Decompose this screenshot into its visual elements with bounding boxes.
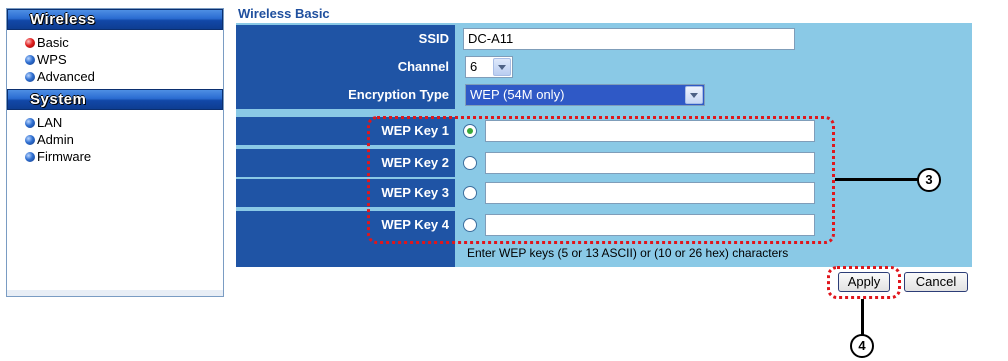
apply-highlight bbox=[827, 266, 901, 299]
channel-select[interactable]: 6 bbox=[465, 56, 513, 78]
chevron-down-icon bbox=[493, 58, 511, 76]
system-nav-list: LAN Admin Firmware bbox=[7, 114, 223, 165]
cancel-button[interactable]: Cancel bbox=[904, 272, 968, 292]
active-bullet-icon bbox=[25, 38, 35, 48]
sidebar-item-basic[interactable]: Basic bbox=[7, 34, 223, 51]
encryption-row: Encryption Type WEP (54M only) bbox=[236, 81, 972, 109]
sidebar-item-label: Admin bbox=[37, 132, 74, 147]
bullet-icon bbox=[25, 118, 35, 128]
callout-leader-line bbox=[835, 178, 919, 181]
callout-3: 3 bbox=[917, 168, 941, 192]
ssid-row: SSID DC-A11 bbox=[236, 25, 972, 53]
sidebar-item-admin[interactable]: Admin bbox=[7, 131, 223, 148]
channel-select-value: 6 bbox=[470, 59, 478, 74]
sidebar-item-advanced[interactable]: Advanced bbox=[7, 68, 223, 85]
wep-keys-highlight bbox=[367, 116, 835, 244]
chevron-down-icon bbox=[685, 86, 703, 104]
sidebar-item-firmware[interactable]: Firmware bbox=[7, 148, 223, 165]
sidebar-item-label: WPS bbox=[37, 52, 67, 67]
encryption-select-value: WEP (54M only) bbox=[470, 87, 565, 102]
ssid-input[interactable]: DC-A11 bbox=[463, 28, 795, 50]
sidebar-item-label: Basic bbox=[37, 35, 69, 50]
sidebar-item-label: Advanced bbox=[37, 69, 95, 84]
sidebar-item-lan[interactable]: LAN bbox=[7, 114, 223, 131]
channel-row: Channel 6 bbox=[236, 53, 972, 81]
ssid-label: SSID bbox=[236, 25, 455, 53]
sidebar-item-wps[interactable]: WPS bbox=[7, 51, 223, 68]
wireless-nav-list: Basic WPS Advanced bbox=[7, 34, 223, 85]
encryption-select[interactable]: WEP (54M only) bbox=[465, 84, 705, 106]
bullet-icon bbox=[25, 72, 35, 82]
callout-4: 4 bbox=[850, 334, 874, 358]
callout-leader-line bbox=[861, 299, 864, 335]
bullet-icon bbox=[25, 152, 35, 162]
wep-key-hint: Enter WEP keys (5 or 13 ASCII) or (10 or… bbox=[467, 246, 789, 260]
bullet-icon bbox=[25, 135, 35, 145]
bullet-icon bbox=[25, 55, 35, 65]
sidebar-item-label: LAN bbox=[37, 115, 63, 130]
sidebar-section-system: System bbox=[7, 89, 223, 110]
page-title: Wireless Basic bbox=[238, 6, 330, 21]
encryption-label: Encryption Type bbox=[236, 81, 455, 109]
sidebar-section-wireless: Wireless bbox=[7, 9, 223, 30]
channel-label: Channel bbox=[236, 53, 455, 81]
sidebar-item-label: Firmware bbox=[37, 149, 92, 164]
sidebar: Wireless Basic WPS Advanced System LAN A… bbox=[6, 8, 224, 297]
